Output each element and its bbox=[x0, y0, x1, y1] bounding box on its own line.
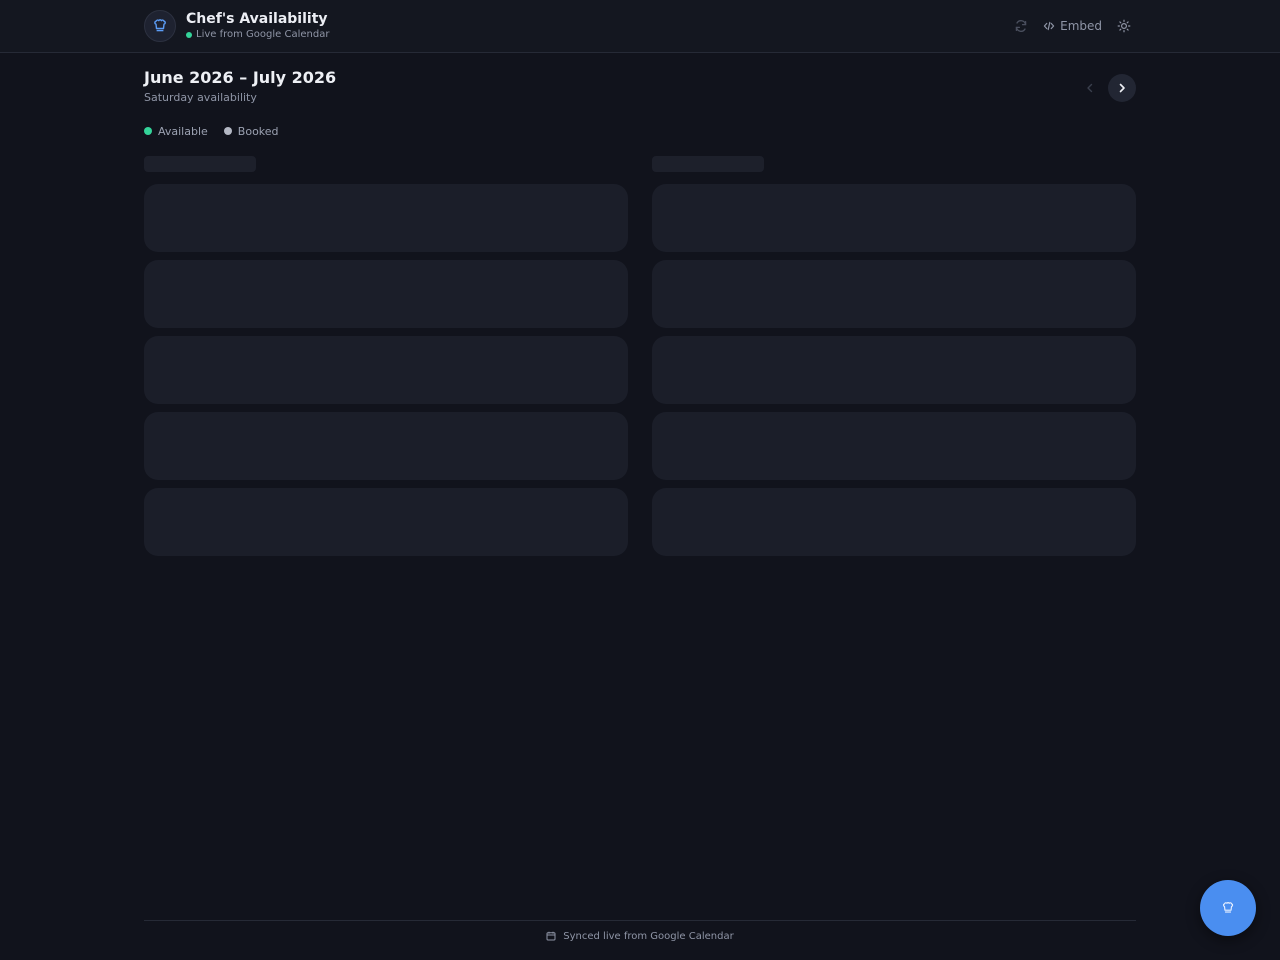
date-range-title: June 2026 – July 2026 bbox=[144, 68, 337, 87]
date-slot-skeleton bbox=[144, 260, 628, 328]
date-slot-skeleton bbox=[652, 260, 1136, 328]
legend-item-available: Available bbox=[144, 125, 208, 138]
chevron-right-icon bbox=[1119, 83, 1125, 93]
month-header-skeleton bbox=[144, 156, 256, 172]
brand: Chef's Availability Live from Google Cal… bbox=[144, 10, 329, 42]
chevron-left-icon bbox=[1087, 83, 1093, 93]
live-status-label: Live from Google Calendar bbox=[196, 29, 330, 40]
legend: Available Booked bbox=[144, 124, 295, 138]
legend-label-booked: Booked bbox=[237, 124, 279, 138]
date-slot-skeleton bbox=[144, 184, 628, 252]
date-slot-skeleton bbox=[652, 412, 1136, 480]
month-column-loading bbox=[144, 156, 628, 556]
calendar-header: June 2026 – July 2026 Saturday availabil… bbox=[144, 68, 336, 105]
chef-hat-icon bbox=[144, 10, 176, 42]
legend-label-available: Available bbox=[158, 124, 208, 138]
date-slot-skeleton bbox=[652, 184, 1136, 252]
embed-button-label: Embed bbox=[1060, 19, 1102, 33]
legend-item-booked: Booked bbox=[223, 124, 279, 138]
live-indicator-dot bbox=[186, 32, 192, 38]
chef-hat-icon bbox=[1222, 902, 1234, 913]
refresh-icon bbox=[1015, 20, 1027, 32]
calendar-icon bbox=[546, 931, 556, 941]
live-status: Live from Google Calendar bbox=[186, 29, 329, 41]
date-slot-skeleton bbox=[144, 412, 628, 480]
legend-swatch-booked bbox=[223, 127, 232, 135]
theme-toggle-button[interactable] bbox=[1112, 14, 1136, 38]
top-bar: Chef's Availability Live from Google Cal… bbox=[0, 0, 1280, 53]
availability-subtitle: Saturday availability bbox=[144, 91, 257, 104]
month-header-skeleton bbox=[652, 156, 764, 172]
embed-button[interactable]: Embed bbox=[1043, 14, 1102, 38]
date-slot-skeleton bbox=[144, 336, 628, 404]
footer-sync-text: Synced live from Google Calendar bbox=[563, 930, 734, 942]
footer: Synced live from Google Calendar bbox=[0, 929, 1280, 943]
next-month-button[interactable] bbox=[1108, 74, 1136, 102]
footer-divider bbox=[144, 920, 1136, 921]
date-slot-skeleton bbox=[144, 488, 628, 556]
legend-swatch-available bbox=[144, 127, 152, 135]
refresh-button[interactable] bbox=[1009, 14, 1033, 38]
sun-icon bbox=[1117, 19, 1131, 33]
chef-chat-fab-button[interactable] bbox=[1200, 880, 1256, 936]
code-icon bbox=[1043, 21, 1055, 31]
month-column-loading bbox=[652, 156, 1136, 556]
date-slot-skeleton bbox=[652, 336, 1136, 404]
header-actions: Embed bbox=[1009, 14, 1136, 38]
date-slot-skeleton bbox=[652, 488, 1136, 556]
app-title: Chef's Availability bbox=[186, 11, 328, 27]
previous-month-button[interactable] bbox=[1076, 74, 1104, 102]
